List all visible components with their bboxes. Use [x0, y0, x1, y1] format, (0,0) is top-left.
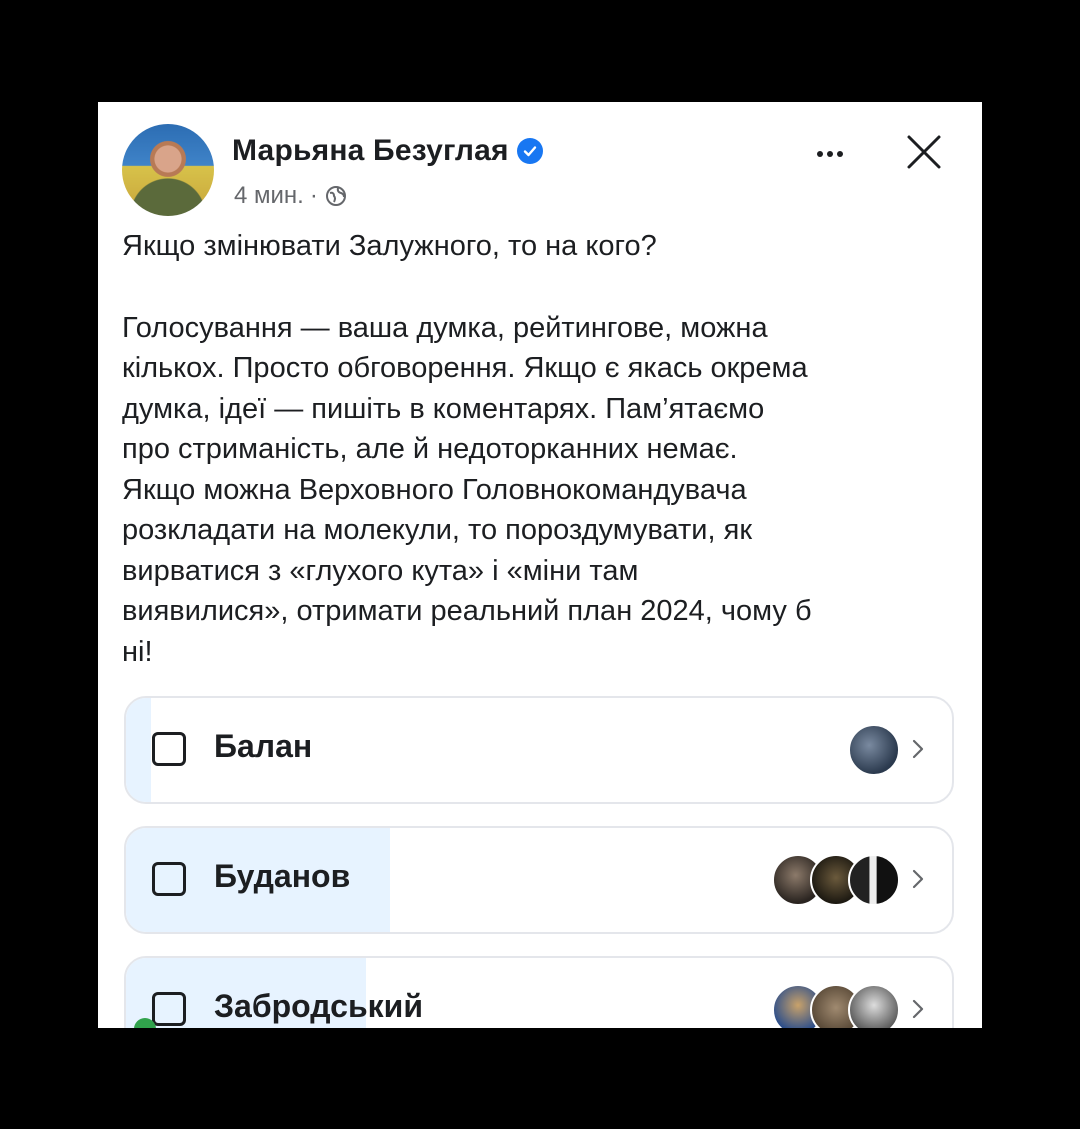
meta-separator: ·: [309, 182, 318, 209]
verified-badge-icon: [516, 138, 543, 164]
poll-option-zabrodskyi[interactable]: Забродський: [124, 956, 954, 1028]
post-body-line: Якщо можна Верховного Головнокомандувача: [122, 473, 747, 506]
author-row: Марьяна Безуглая: [232, 134, 543, 168]
voter-avatar: [848, 724, 900, 776]
poll-voters[interactable]: [772, 984, 900, 1028]
post-body-line: вирватися з «глухого кута» і «міни там: [122, 554, 639, 587]
poll: Балан Буданов Забродський: [124, 696, 954, 1028]
poll-option-balan[interactable]: Балан: [124, 696, 954, 804]
globe-icon[interactable]: [324, 184, 348, 208]
poll-option-label: Буданов: [214, 858, 351, 894]
post-body-line: розкладати на молекули, то пороздумувати…: [122, 514, 753, 546]
poll-checkbox[interactable]: [152, 862, 186, 896]
post-time[interactable]: 4 мин.: [234, 182, 304, 210]
poll-option-budanov[interactable]: Буданов: [124, 826, 954, 934]
author-avatar[interactable]: [122, 124, 214, 216]
post-question: Якщо змінювати Залужного, то на кого?: [122, 230, 657, 262]
post-body-line: Голосування — ваша думка, рейтингове, мо…: [122, 311, 768, 344]
close-icon[interactable]: [898, 126, 950, 178]
post-card: Марьяна Безуглая 4 мин. · Якщо змінювати…: [98, 102, 982, 1028]
post-meta: 4 мин. ·: [234, 182, 348, 210]
poll-option-fill: [126, 698, 151, 802]
author-name[interactable]: Марьяна Безуглая: [232, 134, 509, 168]
poll-checkbox[interactable]: [152, 992, 186, 1026]
post-body-line: виявилися», отримати реальний план 2024,…: [122, 595, 812, 627]
voter-avatar: [848, 984, 900, 1028]
chevron-right-icon[interactable]: [910, 994, 926, 1024]
poll-option-label: Балан: [214, 728, 313, 764]
poll-voters[interactable]: [772, 854, 900, 906]
post-body-line: ні!: [122, 635, 153, 668]
post-body-line: кількох. Просто обговорення. Якщо є якас…: [122, 352, 808, 384]
post-body-line: про стриманість, але й недоторканних нем…: [122, 433, 738, 465]
voter-avatar: [848, 854, 900, 906]
chevron-right-icon[interactable]: [910, 734, 926, 764]
more-options-icon[interactable]: [806, 134, 854, 174]
post-body-line: думка, ідеї — пишіть в коментарях. Пам’я…: [122, 392, 765, 425]
poll-option-label: Забродський: [214, 988, 423, 1024]
post-text: Якщо змінювати Залужного, то на кого? Го…: [122, 226, 962, 672]
chevron-right-icon[interactable]: [910, 864, 926, 894]
poll-checkbox[interactable]: [152, 732, 186, 766]
poll-voters[interactable]: [848, 724, 900, 776]
post-header: Марьяна Безуглая 4 мин. ·: [122, 124, 958, 220]
